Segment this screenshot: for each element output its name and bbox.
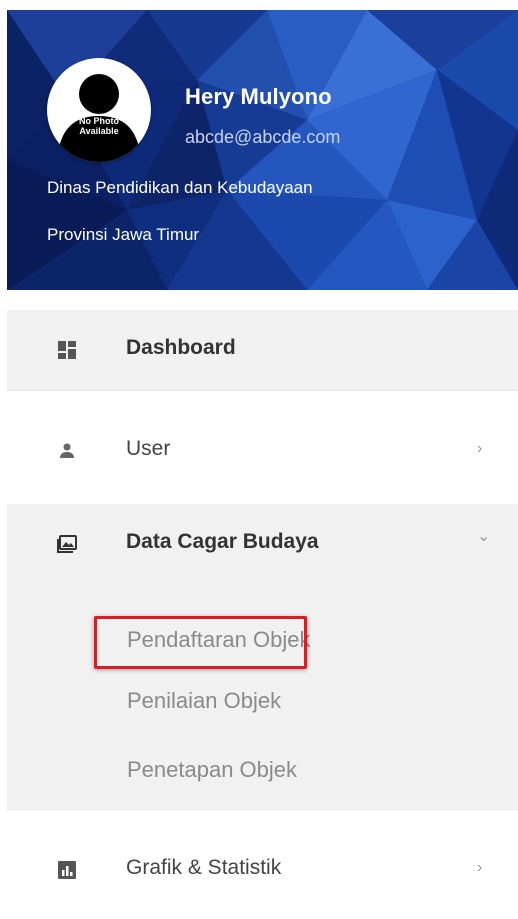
organization-line-1: Dinas Pendidikan dan Kebudayaan: [47, 178, 313, 197]
menu-item-user-label: User: [126, 437, 171, 460]
menu-item-user[interactable]: User ›: [7, 411, 518, 491]
menu-item-data-cagar-budaya-label: Data Cagar Budaya: [126, 530, 319, 553]
menu-item-dashboard-label: Dashboard: [126, 336, 236, 359]
avatar[interactable]: No Photo Available: [47, 58, 151, 162]
chevron-down-icon: ⌄: [477, 528, 491, 545]
organization-line-2: Provinsi Jawa Timur: [47, 225, 200, 244]
menu-item-dashboard[interactable]: Dashboard: [7, 310, 518, 390]
divider: [7, 390, 518, 391]
chevron-right-icon: ›: [477, 859, 483, 876]
person-icon: [60, 443, 74, 458]
menu-item-grafik-statistik-label: Grafik & Statistik: [126, 856, 282, 879]
user-email: abcde@abcde.com: [185, 127, 341, 147]
chevron-right-icon: ›: [477, 440, 483, 457]
sidebar: No Photo Available Hery Mulyono abcde@ab…: [0, 0, 518, 919]
user-name: Hery Mulyono: [185, 84, 332, 109]
menu-item-data-cagar-budaya[interactable]: Data Cagar Budaya ⌄: [7, 504, 518, 584]
no-photo-caption: No Photo Available: [79, 116, 119, 136]
submenu-item-penilaian-objek[interactable]: Penilaian Objek: [127, 688, 281, 714]
no-photo-silhouette-icon: [57, 74, 141, 162]
profile-header: No Photo Available Hery Mulyono abcde@ab…: [7, 10, 518, 290]
dashboard-icon: [58, 341, 76, 359]
highlight-annotation-box: [94, 616, 307, 669]
menu-item-grafik-statistik[interactable]: Grafik & Statistik ›: [7, 830, 518, 910]
photo-album-icon: [57, 535, 77, 553]
chart-icon: [58, 861, 76, 879]
submenu-item-penetapan-objek[interactable]: Penetapan Objek: [127, 757, 297, 783]
